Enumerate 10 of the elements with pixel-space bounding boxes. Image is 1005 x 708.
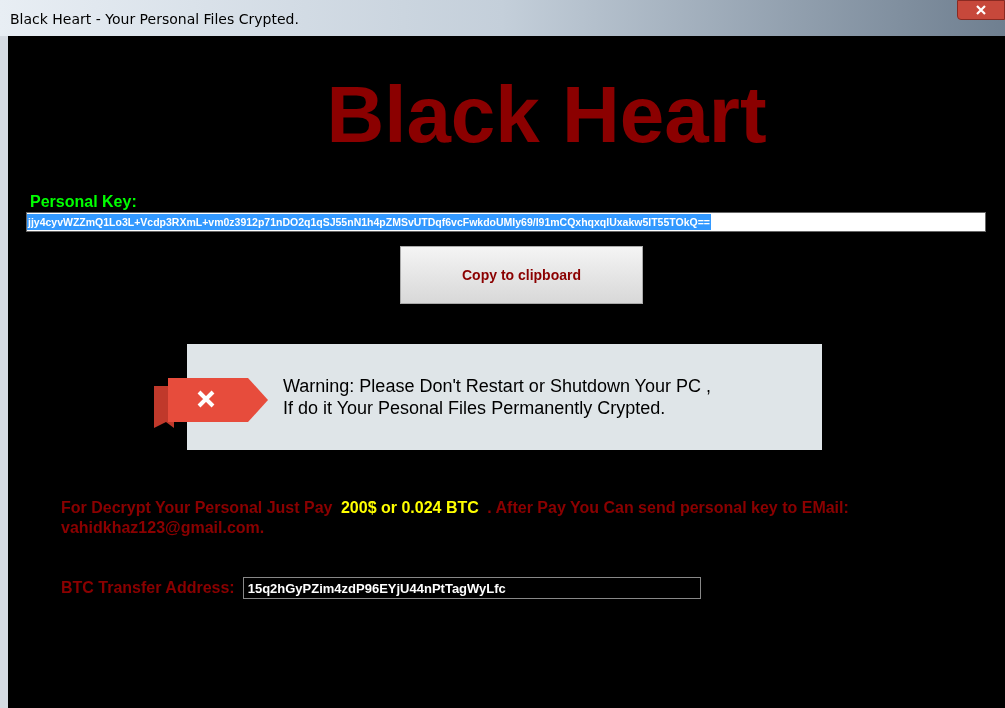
window-title: Black Heart - Your Personal Files Crypted. [10,10,299,29]
app-heading: Black Heart [326,70,767,160]
warning-message: Warning: Please Don't Restart or Shutdown Your PC , If do it Your Pesonal Files Permanently Crypted. [283,375,711,419]
payment-instructions: For Decrypt Your Personal Just Pay 200$ or 0.024 BTC . After Pay You Can send personal key to EMail: vahidkhaz123@gmail.com. [61,498,850,538]
btc-address-field[interactable]: 15q2hGyPZim4zdP96EYjU44nPtTagWyLfc [242,577,701,599]
personal-key-label: Personal Key: [30,192,138,212]
btc-address-label: BTC Transfer Address: [61,578,235,598]
close-button[interactable] [957,0,1005,20]
copy-to-clipboard-button[interactable]: Copy to clipboard [400,246,643,304]
close-icon [976,5,986,15]
